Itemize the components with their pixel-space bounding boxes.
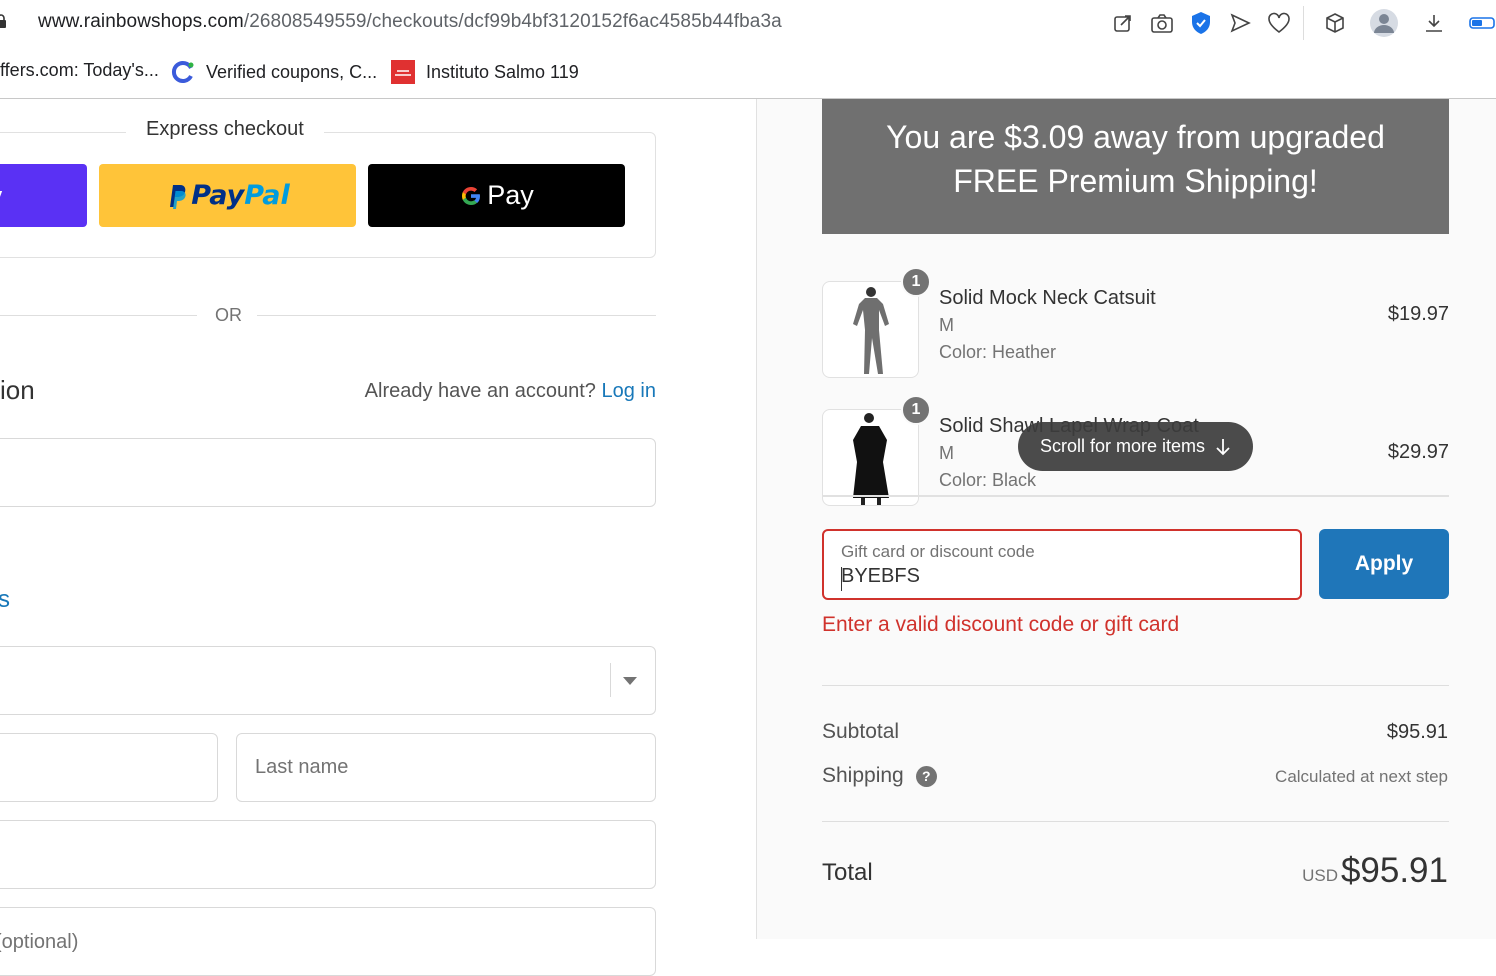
free-shipping-banner: You are $3.09 away from upgraded FREE Pr… xyxy=(822,99,1449,234)
quantity-badge: 1 xyxy=(901,267,931,297)
arrow-down-icon xyxy=(1216,438,1230,455)
or-divider-right xyxy=(257,315,656,316)
address-field[interactable] xyxy=(0,820,656,889)
express-checkout-title: Express checkout xyxy=(126,118,324,141)
subtotal-value: $95.91 xyxy=(1386,721,1448,743)
contact-heading: ion xyxy=(0,375,35,405)
coupon-logo-icon xyxy=(171,61,194,83)
email-field[interactable] xyxy=(0,438,656,507)
shield-check-icon[interactable] xyxy=(1188,10,1214,36)
camera-icon[interactable] xyxy=(1149,10,1175,36)
paypal-wordmark: PayPal xyxy=(191,180,290,211)
battery-icon[interactable] xyxy=(1468,10,1496,36)
shipping-label-row: Shipping? xyxy=(822,764,937,788)
checkout-main: Express checkout y PayPal Pay OR ion Alr… xyxy=(0,99,756,976)
discount-error-message: Enter a valid discount code or gift card xyxy=(822,613,1180,636)
bookmarks-bar: ffers.com: Today's... Verified coupons, … xyxy=(0,52,1496,92)
lock-icon xyxy=(0,14,6,28)
text-cursor xyxy=(841,567,842,591)
total-label: Total xyxy=(822,859,873,886)
paypal-button[interactable]: PayPal xyxy=(99,164,356,227)
google-g-icon xyxy=(462,186,481,205)
help-icon[interactable]: ? xyxy=(915,765,937,787)
toolbar-separator xyxy=(1303,6,1304,40)
paypal-logo-icon xyxy=(170,184,186,209)
profile-icon[interactable] xyxy=(1369,8,1399,38)
discount-code-value: BYEBFS xyxy=(841,565,920,587)
item-color: Color: Heather xyxy=(939,342,1057,362)
last-name-field[interactable]: Last name xyxy=(236,733,656,802)
select-divider xyxy=(610,663,611,697)
product-thumbnail xyxy=(822,409,919,506)
bookmark-item[interactable]: Instituto Salmo 119 xyxy=(391,60,579,84)
apartment-field[interactable]: (optional) xyxy=(0,907,656,976)
summary-divider xyxy=(822,685,1449,686)
google-pay-button[interactable]: Pay xyxy=(368,164,625,227)
item-size: M xyxy=(939,315,954,335)
subtotal-label: Subtotal xyxy=(822,720,900,743)
item-color: Color: Black xyxy=(939,470,1037,490)
item-price: $29.97 xyxy=(1387,441,1449,463)
bookmark-item[interactable]: ffers.com: Today's... xyxy=(0,60,159,81)
product-thumbnail xyxy=(822,281,919,378)
apartment-placeholder: (optional) xyxy=(0,931,79,953)
download-icon[interactable] xyxy=(1421,10,1447,36)
shipping-heading: s xyxy=(0,586,10,613)
shipping-value: Calculated at next step xyxy=(1275,767,1448,786)
discount-code-input[interactable]: Gift card or discount code BYEBFS xyxy=(822,529,1302,600)
cube-icon[interactable] xyxy=(1322,10,1348,36)
institute-logo-icon xyxy=(391,60,415,84)
total-value: $95.91 xyxy=(1340,851,1448,890)
chevron-down-icon xyxy=(623,677,637,685)
item-price: $19.97 xyxy=(1387,303,1449,325)
or-divider-label: OR xyxy=(215,305,242,325)
bookmark-item[interactable]: Verified coupons, C... xyxy=(171,60,377,84)
order-summary: You are $3.09 away from upgraded FREE Pr… xyxy=(756,99,1496,939)
browser-address-bar[interactable]: www.rainbowshops.com/26808549559/checkou… xyxy=(0,0,1496,46)
heart-icon[interactable] xyxy=(1266,10,1292,36)
summary-divider xyxy=(822,821,1449,822)
items-divider xyxy=(822,495,1449,497)
discount-code-label: Gift card or discount code xyxy=(841,542,1035,561)
shop-pay-button[interactable]: y xyxy=(0,164,87,227)
scroll-more-items-button[interactable]: Scroll for more items xyxy=(1018,422,1253,471)
coat-image xyxy=(853,413,889,505)
or-divider-left xyxy=(0,315,197,316)
country-select[interactable] xyxy=(0,646,656,715)
last-name-placeholder: Last name xyxy=(255,756,349,778)
account-prompt: Already have an account? Log in xyxy=(364,380,657,402)
catsuit-image xyxy=(853,287,889,374)
url-text[interactable]: www.rainbowshops.com/26808549559/checkou… xyxy=(38,11,782,33)
share-icon[interactable] xyxy=(1110,10,1136,36)
item-name: Solid Mock Neck Catsuit xyxy=(939,287,1156,309)
quantity-badge: 1 xyxy=(901,395,931,425)
cart-item: 1 Solid Mock Neck Catsuit M Color: Heath… xyxy=(822,267,1449,381)
login-link[interactable]: Log in xyxy=(602,380,657,402)
first-name-field[interactable] xyxy=(0,733,218,802)
item-size: M xyxy=(939,443,954,463)
apply-discount-button[interactable]: Apply xyxy=(1319,529,1449,599)
send-icon[interactable] xyxy=(1227,10,1253,36)
total-currency: USD xyxy=(1302,866,1338,885)
